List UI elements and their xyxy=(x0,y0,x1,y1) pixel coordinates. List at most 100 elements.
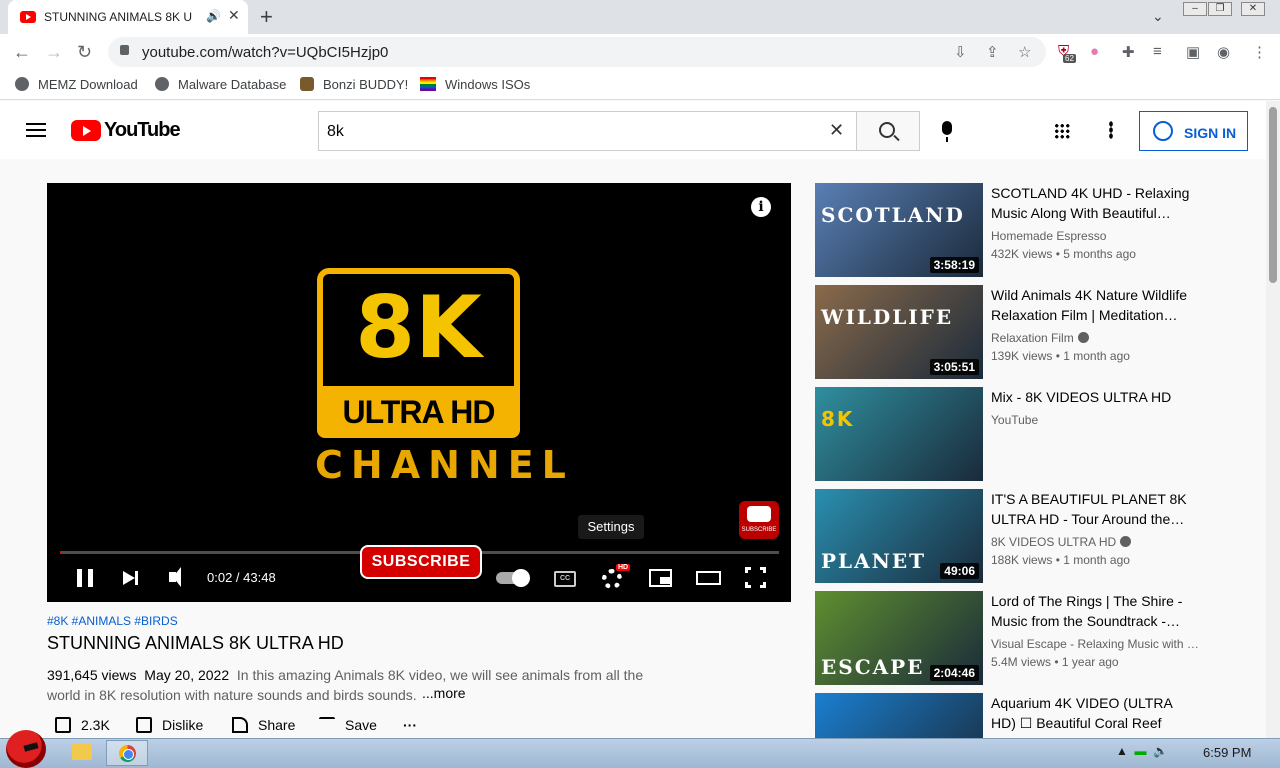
badge-8k-text: 8K xyxy=(355,278,482,378)
bookmark-malware-database[interactable]: Malware Database xyxy=(155,77,286,92)
duration-badge: 3:05:51 xyxy=(929,359,979,375)
star-icon[interactable]: ☆ xyxy=(1018,43,1031,61)
duration-badge: 49:06 xyxy=(940,563,979,579)
page-scrollbar[interactable] xyxy=(1266,101,1280,738)
fullscreen-icon[interactable] xyxy=(744,566,769,591)
recommendation-title[interactable]: Lord of The Rings | The Shire - Music fr… xyxy=(991,591,1195,631)
subscribe-overlay-button[interactable]: SUBSCRIBE xyxy=(360,545,482,579)
speaker-icon[interactable]: 🔊 xyxy=(206,9,221,23)
search-input[interactable]: 8k ✕ xyxy=(318,111,857,151)
pause-icon[interactable] xyxy=(77,569,93,587)
recommendation-title[interactable]: SCOTLAND 4K UHD - Relaxing Music Along W… xyxy=(991,183,1195,223)
menu-kebab-icon[interactable]: ⋮ xyxy=(1252,43,1267,61)
sign-in-button[interactable]: SIGN IN xyxy=(1139,111,1248,151)
channel-logo-badge: 8K ULTRA HD xyxy=(317,268,520,438)
puzzle-icon[interactable]: ✚ xyxy=(1122,43,1135,61)
subscribe-watermark-icon[interactable] xyxy=(739,501,779,539)
recommendation-channel: Relaxation Film xyxy=(991,331,1201,345)
more-link[interactable]: ...more xyxy=(422,685,466,701)
search-button[interactable] xyxy=(856,111,920,151)
recommendation-item[interactable]: ESCAPE 2:04:46 Lord of The Rings | The Sh… xyxy=(815,591,1215,685)
video-title: STUNNING ANIMALS 8K ULTRA HD xyxy=(47,633,344,653)
network-icon[interactable]: ▬ xyxy=(1135,744,1147,758)
back-icon[interactable]: ← xyxy=(13,42,31,63)
microphone-icon[interactable] xyxy=(942,121,952,142)
recommendation-thumbnail[interactable]: WILDLIFE 3:05:51 xyxy=(815,285,983,379)
autoplay-toggle[interactable] xyxy=(496,569,530,587)
recommendation-title[interactable]: Aquarium 4K VIDEO (ULTRA HD) ☐ Beautiful… xyxy=(991,693,1195,733)
miniplayer-icon[interactable] xyxy=(649,569,672,587)
profile-icon[interactable]: ◉ xyxy=(1217,43,1230,61)
verified-check-icon xyxy=(1120,536,1132,547)
recommendation-title[interactable]: Wild Animals 4K Nature Wildlife Relaxati… xyxy=(991,285,1195,325)
lock-icon xyxy=(120,45,129,55)
settings-gear-icon[interactable]: HD xyxy=(602,564,631,589)
captions-icon[interactable]: CC xyxy=(554,571,576,587)
start-button-bird-icon[interactable] xyxy=(6,730,46,768)
settings-tooltip: Settings xyxy=(578,515,644,539)
bookmark-windows-isos[interactable]: Windows ISOs xyxy=(420,77,530,92)
progress-fill xyxy=(60,551,62,554)
apps-grid-icon[interactable] xyxy=(1054,123,1070,139)
recommendation-item[interactable]: 8K Mix - 8K VIDEOS ULTRA HD YouTube xyxy=(815,387,1215,481)
recommendation-item[interactable]: PLANET 49:06 IT'S A BEAUTIFUL PLANET 8K U… xyxy=(815,489,1215,583)
like-button[interactable]: 2.3K xyxy=(55,717,110,733)
file-explorer-icon[interactable] xyxy=(72,744,92,760)
address-bar[interactable]: youtube.com/watch?v=UQbCI5Hzjp0 ⇩ ⇪ ☆ xyxy=(108,37,1046,67)
chevron-down-icon[interactable]: ⌄ xyxy=(1152,8,1164,25)
recommendation-title[interactable]: IT'S A BEAUTIFUL PLANET 8K ULTRA HD - To… xyxy=(991,489,1195,529)
hamburger-menu-icon[interactable] xyxy=(26,123,46,137)
video-hashtags[interactable]: #8K #ANIMALS #BIRDS xyxy=(47,614,178,628)
close-tab-icon[interactable]: ✕ xyxy=(228,7,240,24)
more-actions-icon[interactable]: ··· xyxy=(403,717,417,733)
recommendation-item[interactable]: WILDLIFE 3:05:51 Wild Animals 4K Nature W… xyxy=(815,285,1215,379)
sidepanel-icon[interactable]: ▣ xyxy=(1186,43,1200,61)
minimize-icon[interactable]: – xyxy=(1183,2,1207,16)
clear-search-icon[interactable]: ✕ xyxy=(829,120,844,141)
taskbar-chrome-button[interactable] xyxy=(106,740,148,766)
close-window-icon[interactable]: ✕ xyxy=(1241,2,1265,16)
thumbs-up-icon xyxy=(55,717,71,733)
share-arrow-icon xyxy=(232,717,248,733)
extension-flag-icon[interactable]: ● xyxy=(1090,43,1099,60)
recommendation-item[interactable]: Aquarium 4K VIDEO (ULTRA HD) ☐ Beautiful… xyxy=(815,693,1215,738)
restore-icon[interactable]: ❐ xyxy=(1208,2,1232,16)
bonzi-icon xyxy=(300,77,314,91)
info-icon[interactable]: i xyxy=(751,197,771,217)
media-control-icon[interactable]: ≡ xyxy=(1153,43,1162,60)
tab-strip: STUNNING ANIMALS 8K U 🔊 ✕ + ⌄ – ❐ ✕ xyxy=(0,0,1280,34)
taskbar-clock[interactable]: 6:59 PM xyxy=(1203,745,1251,760)
settings-kebab-icon[interactable] xyxy=(1109,121,1113,139)
save-button[interactable]: Save xyxy=(319,717,377,733)
next-icon[interactable] xyxy=(123,571,138,585)
bookmark-bonzi-buddy[interactable]: Bonzi BUDDY! xyxy=(300,77,408,92)
video-description-box[interactable]: 391,645 views May 20, 2022 In this amazi… xyxy=(47,665,657,705)
new-tab-icon[interactable]: + xyxy=(260,4,273,30)
browser-tab[interactable]: STUNNING ANIMALS 8K U 🔊 ✕ xyxy=(8,0,248,34)
reload-icon[interactable]: ↻ xyxy=(77,42,92,63)
youtube-logo-icon[interactable] xyxy=(71,120,101,141)
scrollbar-thumb[interactable] xyxy=(1269,107,1277,283)
share-button[interactable]: Share xyxy=(232,717,295,733)
recommendation-thumbnail[interactable]: 8K xyxy=(815,387,983,481)
share-icon[interactable]: ⇪ xyxy=(986,43,999,61)
video-player[interactable]: i 8K ULTRA HD CHANNEL Settings 0:02 / 43… xyxy=(47,183,791,602)
browser-toolbar: ← → ↻ youtube.com/watch?v=UQbCI5Hzjp0 ⇩ … xyxy=(0,34,1280,70)
dislike-button[interactable]: Dislike xyxy=(136,717,203,733)
volume-tray-icon[interactable]: 🔈 xyxy=(1153,744,1168,758)
youtube-logo-text[interactable]: YouTube xyxy=(104,119,181,142)
duration-badge: 2:04:46 xyxy=(929,665,979,681)
recommendation-thumbnail[interactable]: PLANET 49:06 xyxy=(815,489,983,583)
volume-icon[interactable] xyxy=(169,567,181,587)
install-icon[interactable]: ⇩ xyxy=(954,43,967,61)
bookmark-memz[interactable]: MEMZ Download xyxy=(15,77,138,92)
system-tray[interactable]: ▲ ▬ 🔈 xyxy=(1116,744,1168,758)
recommendation-thumbnail[interactable] xyxy=(815,693,983,738)
recommendation-thumbnail[interactable]: ESCAPE 2:04:46 xyxy=(815,591,983,685)
theater-mode-icon[interactable] xyxy=(696,571,721,585)
recommendation-channel: 8K VIDEOS ULTRA HD xyxy=(991,535,1201,549)
globe-icon xyxy=(15,77,29,91)
recommendation-thumbnail[interactable]: SCOTLAND 3:58:19 xyxy=(815,183,983,277)
forward-icon[interactable]: → xyxy=(45,42,63,63)
recommendation-item[interactable]: SCOTLAND 3:58:19 SCOTLAND 4K UHD - Relaxi… xyxy=(815,183,1215,277)
